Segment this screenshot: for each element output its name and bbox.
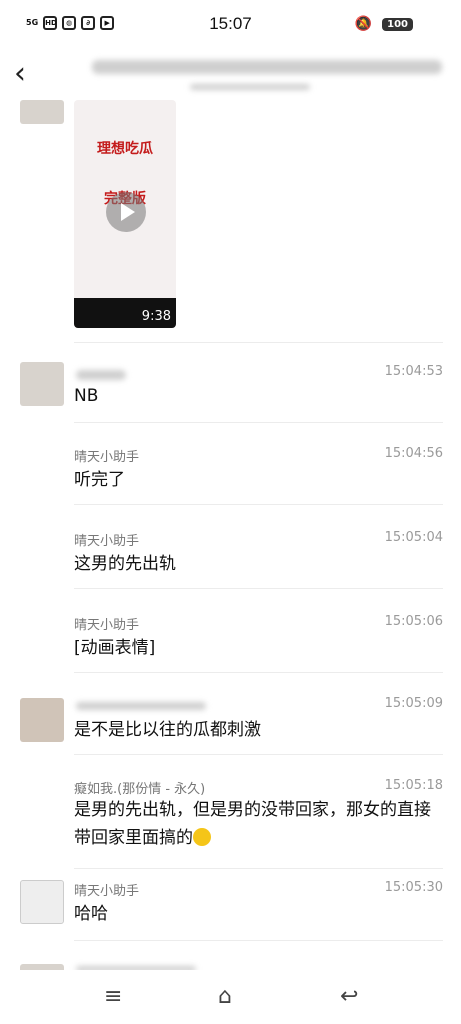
divider (74, 868, 443, 869)
menu-icon[interactable]: ≡ (104, 984, 122, 1009)
status-bar: 5G HD ◍ ∂ ▶ 15:07 🔕 100 (0, 0, 461, 48)
divider (74, 342, 443, 343)
divider (74, 504, 443, 505)
play-icon[interactable] (106, 192, 146, 232)
message-text: 哈哈 (74, 904, 108, 924)
video-thumbnail[interactable]: 理想吃瓜 完整版 9:38 (74, 100, 176, 328)
video-title-line1: 理想吃瓜 (97, 141, 153, 157)
message-list[interactable]: 理想吃瓜 完整版 9:38 15:04:53 NB 晴天小助手 15:04:56… (0, 100, 461, 970)
video-message[interactable]: 理想吃瓜 完整版 9:38 (0, 100, 461, 343)
chat-title-redacted (92, 60, 442, 74)
message-time: 15:05:18 (384, 778, 443, 793)
avatar[interactable] (20, 698, 64, 742)
message-text: 是不是比以往的瓜都刺激 (74, 720, 261, 740)
home-icon[interactable]: ⌂ (218, 984, 232, 1009)
sender-name: 晴天小助手 (74, 450, 140, 465)
sender-name-redacted (76, 370, 126, 380)
battery-level: 100 (382, 17, 413, 31)
message-text: NB (74, 386, 99, 406)
sender-name-redacted (76, 702, 206, 710)
message-time: 15:04:53 (384, 364, 443, 379)
sender-name: 癡如我.(那份情 - 永久) (74, 782, 206, 797)
sender-name: 晴天小助手 (74, 618, 140, 633)
message-time: 15:05:30 (384, 880, 443, 895)
chat-message: 晴天小助手 15:05:04 这男的先出轨 (0, 526, 461, 596)
avatar[interactable] (20, 362, 64, 406)
sender-name: 晴天小助手 (74, 884, 140, 899)
chat-message: 15:05:09 是不是比以往的瓜都刺激 (0, 692, 461, 762)
system-nav-bar: ≡ ⌂ ↩ (0, 970, 461, 1024)
message-text: [动画表情] (74, 638, 156, 658)
mute-icon: 🔕 (354, 16, 373, 32)
divider (74, 940, 443, 941)
video-control-bar: 9:38 (74, 298, 176, 328)
divider (74, 422, 443, 423)
message-text: 这男的先出轨 (74, 554, 176, 574)
sender-name: 晴天小助手 (74, 534, 140, 549)
chat-message: 晴天小助手 15:04:56 听完了 (0, 442, 461, 512)
message-time: 15:04:56 (384, 446, 443, 461)
chat-message: 晴天小助手 15:05:06 [动画表情] (0, 610, 461, 680)
chat-message-partial (0, 962, 461, 970)
chat-message: 癡如我.(那份情 - 永久) 15:05:18 是男的先出轨，但是男的没带回家，… (0, 776, 461, 876)
chat-message: 晴天小助手 15:05:30 哈哈 (0, 878, 461, 948)
chat-message: 15:04:53 NB (0, 358, 461, 428)
divider (74, 754, 443, 755)
divider (74, 672, 443, 673)
divider (74, 588, 443, 589)
back-icon[interactable]: ‹ (14, 56, 26, 91)
status-right: 🔕 100 (355, 16, 413, 32)
video-duration: 9:38 (141, 309, 171, 324)
message-time: 15:05:04 (384, 530, 443, 545)
message-text-content: 是男的先出轨，但是男的没带回家，那女的直接带回家里面搞的 (74, 800, 431, 848)
avatar[interactable] (20, 100, 64, 124)
message-time: 15:05:06 (384, 614, 443, 629)
chat-header: ‹ (0, 48, 461, 100)
message-text: 听完了 (74, 470, 125, 490)
back-nav-icon[interactable]: ↩ (340, 984, 358, 1009)
chat-subtitle-redacted (190, 84, 310, 90)
avatar[interactable] (20, 880, 64, 924)
emoji-icon (193, 828, 211, 846)
message-text: 是男的先出轨，但是男的没带回家，那女的直接带回家里面搞的 (74, 796, 442, 852)
message-time: 15:05:09 (384, 696, 443, 711)
